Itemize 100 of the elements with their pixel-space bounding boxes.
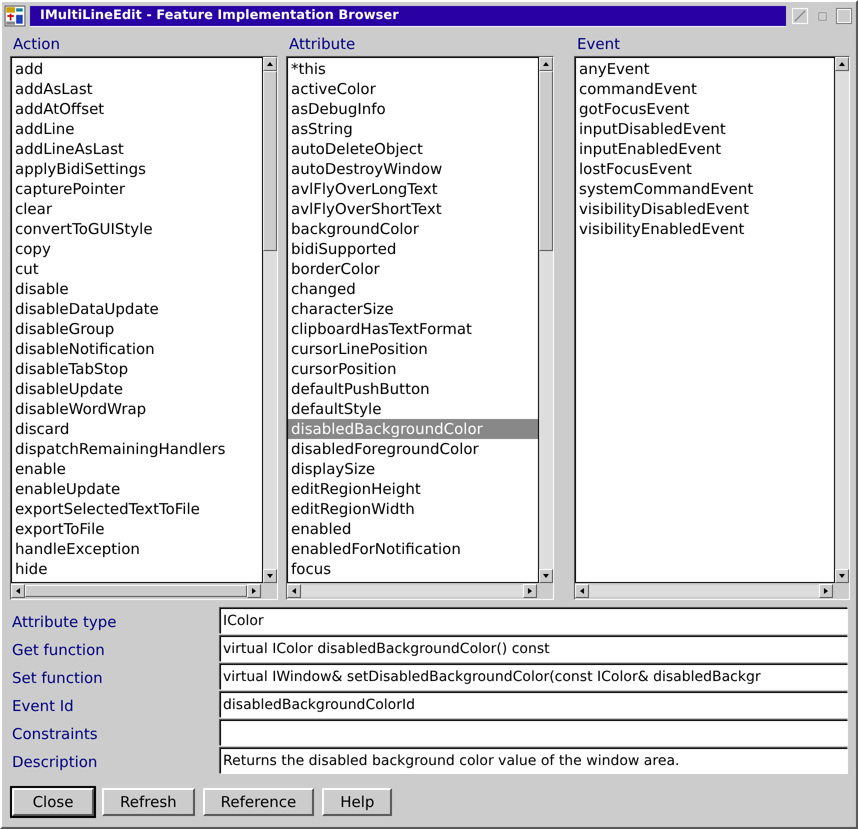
list-item[interactable]: enabledForNotification	[288, 539, 538, 559]
list-item[interactable]: displaySize	[288, 459, 538, 479]
list-item[interactable]: asDebugInfo	[288, 99, 538, 119]
list-item[interactable]: addLineAsLast	[12, 139, 262, 159]
list-heading: Action	[12, 34, 61, 54]
text-field[interactable]: virtual IColor disabledBackgroundColor() const	[220, 636, 848, 662]
maximize-icon[interactable]	[836, 8, 852, 24]
text-field[interactable]: disabledBackgroundColorId	[220, 692, 848, 718]
list-item[interactable]: anyEvent	[576, 59, 834, 79]
list-item[interactable]: disabledForegroundColor	[288, 439, 538, 459]
list-item[interactable]: addLine	[12, 119, 262, 139]
list-item[interactable]: disabledBackgroundColor	[288, 419, 538, 439]
dialog-button[interactable]: Help	[322, 788, 392, 816]
list-item[interactable]: add	[12, 59, 262, 79]
scroll-left-icon[interactable]	[575, 584, 589, 598]
list-item[interactable]: disableTabStop	[12, 359, 262, 379]
scroll-up-icon[interactable]	[263, 57, 277, 71]
list-item[interactable]: addAsLast	[12, 79, 262, 99]
list-item[interactable]: avlFlyOverLongText	[288, 179, 538, 199]
list-item[interactable]: disableWordWrap	[12, 399, 262, 419]
list-item[interactable]: gotFocusEvent	[576, 99, 834, 119]
list-item[interactable]: avlFlyOverShortText	[288, 199, 538, 219]
scroll-right-icon[interactable]	[819, 584, 833, 598]
list-item[interactable]: activeColor	[288, 79, 538, 99]
list-item[interactable]: inputDisabledEvent	[576, 119, 834, 139]
scroll-thumb[interactable]	[25, 585, 247, 597]
scroll-thumb[interactable]	[539, 71, 553, 251]
list-item[interactable]: editRegionHeight	[288, 479, 538, 499]
scroll-left-icon[interactable]	[11, 584, 25, 598]
list-item[interactable]: discard	[12, 419, 262, 439]
dialog-button[interactable]: Refresh	[102, 788, 195, 816]
list-item[interactable]: visibilityEnabledEvent	[576, 219, 834, 239]
field-label: Event Id	[12, 696, 75, 717]
list-item[interactable]: disableGroup	[12, 319, 262, 339]
scroll-down-icon[interactable]	[263, 569, 277, 583]
window-title: IMultiLineEdit - Feature Implementation Browser	[30, 6, 786, 26]
list-item[interactable]: autoDeleteObject	[288, 139, 538, 159]
list-item[interactable]: lostFocusEvent	[576, 159, 834, 179]
scroll-thumb[interactable]	[263, 71, 277, 251]
list-item[interactable]: clipboardHasTextFormat	[288, 319, 538, 339]
list-item[interactable]: copy	[12, 239, 262, 259]
minimize-icon[interactable]	[792, 8, 808, 24]
text-field[interactable]: virtual IWindow& setDisabledBackgroundColor(const IColor& disabledBackgr	[220, 664, 848, 690]
list-item[interactable]: cursorPosition	[288, 359, 538, 379]
vertical-scrollbar[interactable]	[263, 57, 277, 583]
list-item[interactable]: bidiSupported	[288, 239, 538, 259]
scroll-right-icon[interactable]	[523, 584, 537, 598]
list-item[interactable]: dispatchRemainingHandlers	[12, 439, 262, 459]
scroll-down-icon[interactable]	[539, 569, 553, 583]
list-item[interactable]: enabled	[288, 519, 538, 539]
list-item[interactable]: visibilityDisabledEvent	[576, 199, 834, 219]
text-field[interactable]: IColor	[220, 608, 848, 634]
list-item[interactable]: commandEvent	[576, 79, 834, 99]
list-item[interactable]: handleException	[12, 539, 262, 559]
text-field[interactable]	[220, 720, 848, 746]
scroll-up-icon[interactable]	[539, 57, 553, 71]
list-item[interactable]: inputEnabledEvent	[576, 139, 834, 159]
list-item[interactable]: asString	[288, 119, 538, 139]
list-item[interactable]: capturePointer	[12, 179, 262, 199]
vertical-scrollbar[interactable]	[835, 57, 849, 583]
text-field[interactable]: Returns the disabled background color value of the window area.	[220, 748, 848, 774]
dialog-button[interactable]: Close	[12, 788, 94, 816]
list-item[interactable]: characterSize	[288, 299, 538, 319]
list-item[interactable]: convertToGUIStyle	[12, 219, 262, 239]
list-item[interactable]: addAtOffset	[12, 99, 262, 119]
list-item[interactable]: editRegionWidth	[288, 499, 538, 519]
list-item[interactable]: enable	[12, 459, 262, 479]
vertical-scrollbar[interactable]	[539, 57, 553, 583]
list-item[interactable]: applyBidiSettings	[12, 159, 262, 179]
list-item[interactable]: exportSelectedTextToFile	[12, 499, 262, 519]
list-item[interactable]: borderColor	[288, 259, 538, 279]
dialog-button[interactable]: Reference	[202, 788, 314, 816]
field-label: Get function	[12, 640, 106, 661]
list-item[interactable]: autoDestroyWindow	[288, 159, 538, 179]
list-item[interactable]: defaultPushButton	[288, 379, 538, 399]
list-item[interactable]: focus	[288, 559, 538, 579]
list-item[interactable]: backgroundColor	[288, 219, 538, 239]
list-item[interactable]: hide	[12, 559, 262, 579]
list-item[interactable]: cut	[12, 259, 262, 279]
list-item[interactable]: *this	[288, 59, 538, 79]
list-item[interactable]: changed	[288, 279, 538, 299]
scroll-up-icon[interactable]	[835, 57, 849, 71]
field-label: Description	[12, 752, 98, 773]
list-item[interactable]: disableUpdate	[12, 379, 262, 399]
list-item[interactable]: disableDataUpdate	[12, 299, 262, 319]
list-item[interactable]: disableNotification	[12, 339, 262, 359]
scroll-down-icon[interactable]	[835, 569, 849, 583]
list-item[interactable]: defaultStyle	[288, 399, 538, 419]
list-item[interactable]: exportToFile	[12, 519, 262, 539]
list-item[interactable]: disable	[12, 279, 262, 299]
list-item[interactable]: cursorLinePosition	[288, 339, 538, 359]
scroll-left-icon[interactable]	[287, 584, 301, 598]
list-item[interactable]: systemCommandEvent	[576, 179, 834, 199]
list-item[interactable]: clear	[12, 199, 262, 219]
list-item[interactable]: enableUpdate	[12, 479, 262, 499]
list-heading: Event	[576, 34, 621, 54]
app-icon[interactable]	[4, 5, 26, 27]
field-label: Set function	[12, 668, 104, 689]
field-label: Attribute type	[12, 612, 118, 633]
scroll-right-icon[interactable]	[247, 584, 261, 598]
